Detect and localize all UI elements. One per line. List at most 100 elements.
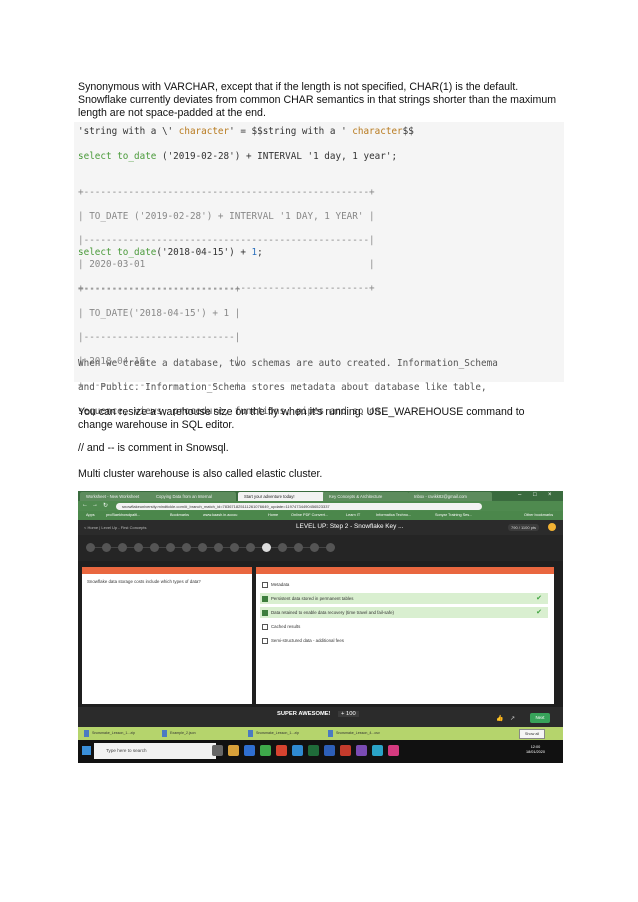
store-icon[interactable] — [260, 745, 271, 756]
answer-option[interactable]: Metadata — [260, 579, 548, 590]
code-query-1: select to_date ('2019-02-28') + INTERVAL… — [78, 151, 398, 162]
download-name: Snowmake_Lesson_1...zip — [92, 731, 135, 735]
resize-line-1: You can resize a warehouse size on the f… — [78, 406, 525, 418]
step-dot[interactable] — [134, 543, 143, 552]
step-dot-current[interactable] — [262, 543, 271, 552]
bookmark-item[interactable]: Learn IT — [346, 511, 360, 520]
windows-start-icon[interactable] — [82, 746, 91, 755]
step-dot[interactable] — [182, 543, 191, 552]
answer-label: Persistent data stored in permanent tabl… — [271, 596, 354, 601]
step-dot[interactable] — [86, 543, 95, 552]
table-1-separator: |---------------------------------------… — [78, 235, 375, 246]
bookmark-item[interactable]: Apps — [86, 511, 95, 520]
app-icon[interactable] — [388, 745, 399, 756]
step-dot[interactable] — [246, 543, 255, 552]
forward-icon[interactable]: → — [92, 502, 98, 508]
checkbox[interactable] — [262, 596, 268, 602]
file-explorer-icon[interactable] — [228, 745, 239, 756]
mail-icon[interactable] — [292, 745, 303, 756]
comment-note: // and -- is comment in Snowsql. — [78, 442, 229, 454]
excel-icon[interactable] — [308, 745, 319, 756]
powerpoint-icon[interactable] — [340, 745, 351, 756]
app-icon[interactable] — [356, 745, 367, 756]
show-all-button[interactable]: Show all — [519, 729, 545, 739]
taskbar-search-input[interactable]: Type here to search — [94, 743, 216, 759]
step-dot[interactable] — [102, 543, 111, 552]
browser-tab[interactable]: Copying Data from an Internal — [150, 492, 236, 501]
task-view-icon[interactable] — [212, 745, 223, 756]
step-dot[interactable] — [310, 543, 319, 552]
step-dot[interactable] — [198, 543, 207, 552]
table-1-border-top: +---------------------------------------… — [78, 187, 375, 198]
browser-tab-strip: Worksheet - New Worksheet Copying Data f… — [78, 491, 563, 501]
chrome-icon[interactable] — [276, 745, 287, 756]
browser-tab[interactable]: Key Concepts & Architecture — [323, 492, 409, 501]
breadcrumb[interactable]: < Home | Level Up - First Concepts — [84, 525, 147, 530]
bookmarks-bar: Apps prc/Baekhowdpaltl... Bookmarks www.… — [78, 511, 563, 520]
step-dot[interactable] — [230, 543, 239, 552]
table-2-header: | TO_DATE('2018-04-15') + 1 | — [78, 308, 241, 319]
close-icon[interactable]: × — [548, 492, 552, 498]
bookmark-item[interactable]: Other bookmarks — [524, 511, 553, 520]
checkbox[interactable] — [262, 638, 268, 644]
back-icon[interactable]: ← — [82, 502, 88, 508]
table-2-separator: |---------------------------| — [78, 332, 241, 343]
next-button[interactable]: Next — [530, 713, 550, 723]
checkbox[interactable] — [262, 582, 268, 588]
edge-icon[interactable] — [244, 745, 255, 756]
bookmark-item[interactable]: Informatica Techno... — [376, 511, 411, 520]
answer-option[interactable]: Data retained to enable data recovery (t… — [260, 607, 548, 618]
bookmark-item[interactable]: Online PDF Convert... — [291, 511, 328, 520]
checkbox[interactable] — [262, 624, 268, 630]
browser-tab-active[interactable]: Start your adventure today! — [238, 492, 324, 501]
step-dot[interactable] — [166, 543, 175, 552]
bookmark-item[interactable]: Sonyar Training Ses... — [435, 511, 472, 520]
browser-tab[interactable]: Worksheet - New Worksheet — [80, 492, 154, 501]
step-dot[interactable] — [294, 543, 303, 552]
download-name: Snowmake_Lesson_4...csv — [336, 731, 380, 735]
download-item[interactable]: Snowmake_Lesson_1...zip — [84, 729, 135, 738]
download-item[interactable]: Example_2.json — [162, 729, 196, 738]
word-icon[interactable] — [324, 745, 335, 756]
table-1-header: | TO_DATE ('2019-02-28') + INTERVAL '1 D… — [78, 211, 375, 222]
question-text: Snowflake data storage costs include whi… — [87, 579, 201, 584]
checkbox[interactable] — [262, 610, 268, 616]
system-clock[interactable]: 12:00 18/01/2020 — [526, 745, 545, 755]
step-progress — [78, 535, 563, 561]
resize-line-2: change warehouse in SQL editor. — [78, 419, 235, 431]
bookmark-item[interactable]: prc/Baekhowdpaltl... — [106, 511, 140, 520]
step-dot[interactable] — [326, 543, 335, 552]
taskbar: Type here to search 12:00 18/01/2020 — [78, 740, 563, 763]
minimize-icon[interactable]: – — [518, 492, 521, 498]
bookmark-item[interactable]: Home — [268, 511, 278, 520]
table-1-value: | 2020-03-01 | — [78, 259, 375, 270]
step-dot[interactable] — [278, 543, 287, 552]
bookmark-item[interactable]: Bookmarks — [170, 511, 189, 520]
note-line-1: When we create a database, two schemas a… — [78, 358, 498, 369]
step-dot[interactable] — [214, 543, 223, 552]
url-input[interactable]: snowflakeuniversity.mindtickle.com/#_bra… — [116, 502, 482, 510]
answer-option[interactable]: Persistent data stored in permanent tabl… — [260, 593, 548, 604]
share-icon[interactable]: ↗ — [510, 715, 515, 722]
thumbs-up-icon[interactable]: 👍 — [496, 715, 503, 722]
download-item[interactable]: Snowmake_Lesson_1...zip — [248, 729, 299, 738]
question-header — [82, 567, 252, 574]
intro-paragraph: Synonymous with VARCHAR, except that if … — [78, 81, 566, 120]
step-dot[interactable] — [118, 543, 127, 552]
step-dot[interactable] — [150, 543, 159, 552]
download-name: Snowmake_Lesson_1...zip — [256, 731, 299, 735]
reload-icon[interactable]: ↻ — [103, 502, 108, 509]
answer-option[interactable]: Cached results — [260, 621, 548, 632]
app-icon[interactable] — [372, 745, 383, 756]
app-header: < Home | Level Up - First Concepts LEVEL… — [78, 520, 563, 535]
table-2-border-top: +---------------------------+ — [78, 284, 241, 295]
coin-icon — [548, 523, 556, 531]
maximize-icon[interactable]: □ — [533, 492, 537, 498]
download-item[interactable]: Snowmake_Lesson_4...csv — [328, 729, 380, 738]
answer-option[interactable]: Semi-structured data - additional fees — [260, 635, 548, 646]
points-badge: + 100 — [338, 711, 359, 717]
browser-tab[interactable]: Inbox - ravikk82@gmail.com — [408, 492, 492, 501]
note-line-2: and Public. Information_Schema stores me… — [78, 382, 487, 393]
bookmark-item[interactable]: www.kaash.in.accou — [203, 511, 237, 520]
resize-note: You can resize a warehouse size on the f… — [78, 406, 566, 432]
